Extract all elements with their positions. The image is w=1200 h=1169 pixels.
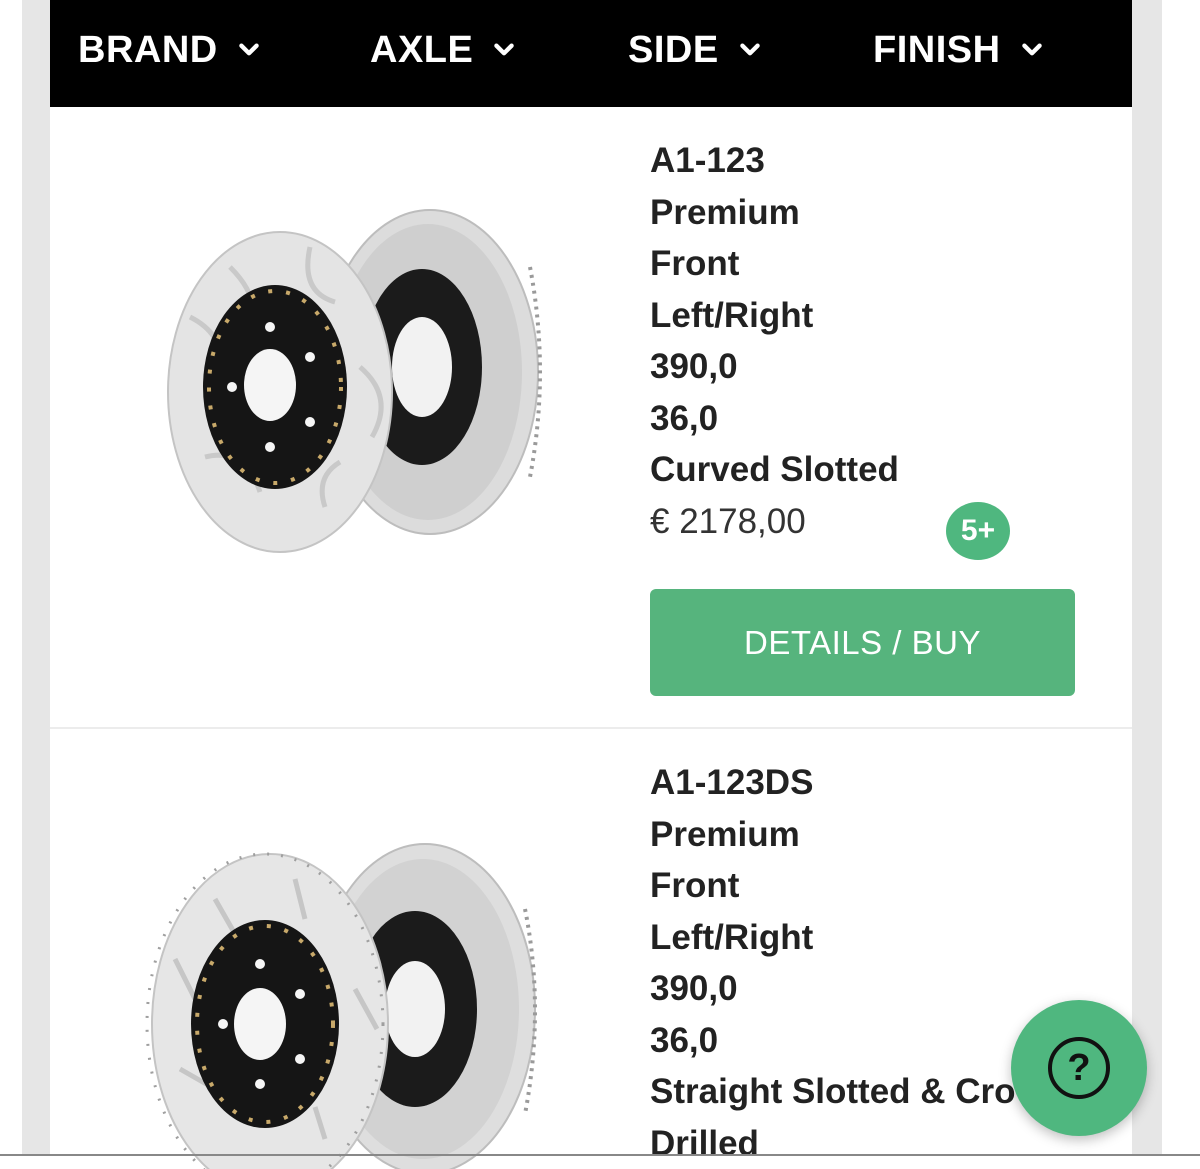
filter-finish[interactable]: FINISH xyxy=(873,0,1045,100)
stock-badge: 5+ xyxy=(946,502,1010,560)
product-axle: Front xyxy=(650,860,1016,912)
filter-brand[interactable]: BRAND xyxy=(78,0,262,100)
product-side: Left/Right xyxy=(650,912,1016,964)
details-buy-button[interactable]: DETAILS / BUY xyxy=(650,589,1075,696)
product-list-panel: BRAND AXLE SIDE FINISH xyxy=(50,0,1132,1156)
product-finish: Curved Slotted xyxy=(650,444,899,496)
filter-axle[interactable]: AXLE xyxy=(370,0,517,100)
brake-disc-image[interactable] xyxy=(105,839,565,1169)
product-grade: Premium xyxy=(650,809,1016,861)
product-diameter: 390,0 xyxy=(650,963,1016,1015)
product-axle: Front xyxy=(650,238,899,290)
filter-axle-label: AXLE xyxy=(370,29,473,72)
brake-disc-image[interactable] xyxy=(110,207,560,557)
product-code: A1-123DS xyxy=(650,757,1016,809)
product-code: A1-123 xyxy=(650,135,899,187)
filter-side-label: SIDE xyxy=(628,29,719,72)
filter-finish-label: FINISH xyxy=(873,29,1001,72)
product-specs: A1-123 Premium Front Left/Right 390,0 36… xyxy=(650,135,899,547)
frame-left-border xyxy=(22,0,50,1156)
filter-bar: BRAND AXLE SIDE FINISH xyxy=(50,0,1132,107)
filter-brand-label: BRAND xyxy=(78,29,218,72)
product-diameter: 390,0 xyxy=(650,341,899,393)
question-icon: ? xyxy=(1048,1037,1110,1099)
filter-side[interactable]: SIDE xyxy=(628,0,763,100)
frame-right-border xyxy=(1132,0,1162,1156)
chevron-down-icon xyxy=(236,37,262,63)
product-finish-continued: Drilled xyxy=(650,1118,1016,1169)
product-price: € 2178,00 xyxy=(650,496,899,548)
product-card: A1-123DS Premium Front Left/Right 390,0 … xyxy=(50,729,1132,1156)
page-margin xyxy=(0,0,22,1156)
product-side: Left/Right xyxy=(650,290,899,342)
product-finish: Straight Slotted & Cro xyxy=(650,1066,1016,1118)
chevron-down-icon xyxy=(491,37,517,63)
product-grade: Premium xyxy=(650,187,899,239)
product-thickness: 36,0 xyxy=(650,393,899,445)
product-specs: A1-123DS Premium Front Left/Right 390,0 … xyxy=(650,757,1016,1169)
product-thickness: 36,0 xyxy=(650,1015,1016,1067)
product-card: A1-123 Premium Front Left/Right 390,0 36… xyxy=(50,107,1132,729)
chevron-down-icon xyxy=(1019,37,1045,63)
help-button[interactable]: ? xyxy=(1011,1000,1147,1136)
chevron-down-icon xyxy=(737,37,763,63)
